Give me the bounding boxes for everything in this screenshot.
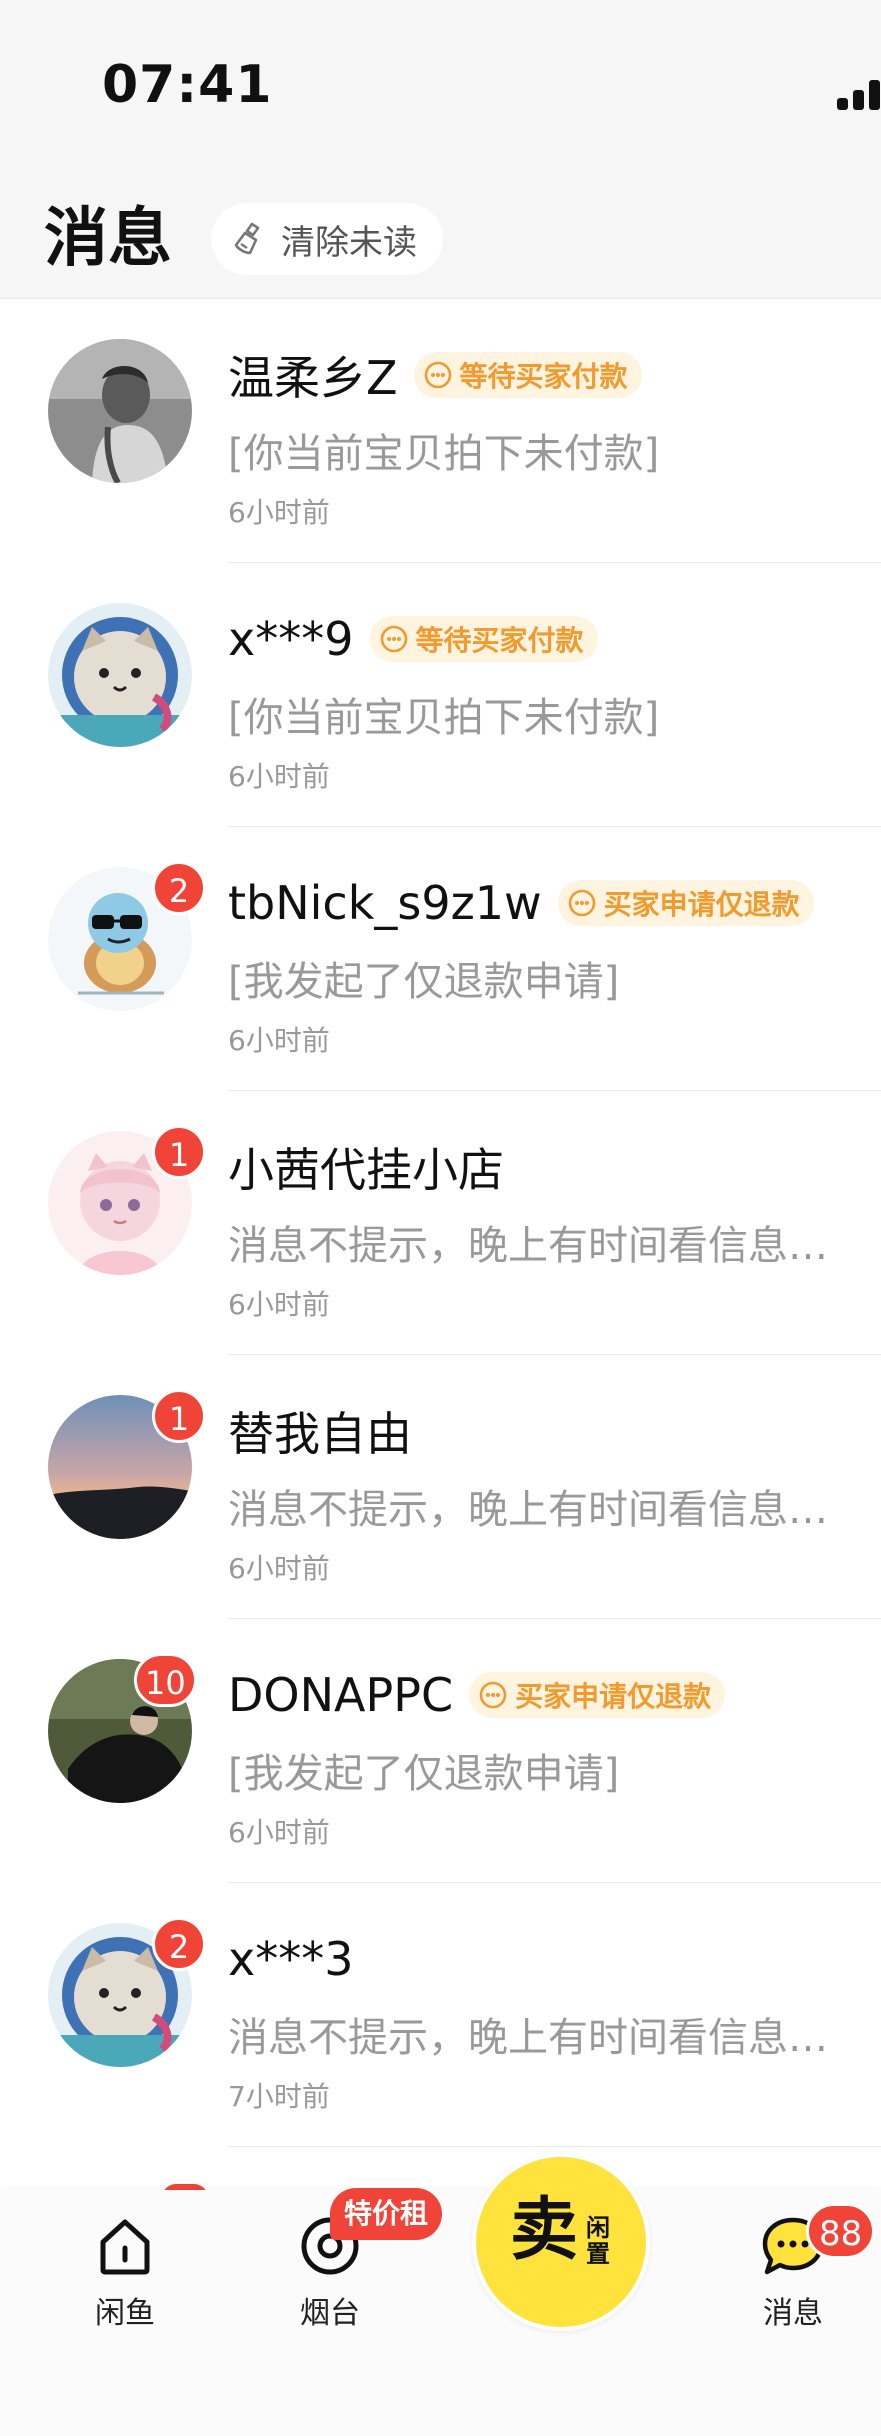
page-title: 消息: [44, 202, 172, 276]
unread-badge: 2: [152, 1917, 206, 1971]
conversation-row[interactable]: x***9 等待买家付款 [你当前宝贝拍下未付款] 6小时前: [0, 563, 881, 827]
order-status-text: 买家申请仅退款: [515, 1680, 712, 1713]
order-status-tag: 等待买家付款: [413, 352, 642, 398]
conversation-list: 温柔乡Z 等待买家付款 [你当前宝贝拍下未付款] 6小时前 x***9 等待买家…: [0, 299, 881, 2147]
status-bar: 07:41: [0, 0, 881, 180]
message-time: 7小时前: [228, 2080, 330, 2113]
tab-home-label: 闲鱼: [95, 2296, 155, 2331]
divider: [228, 2146, 881, 2147]
contact-name: DONAPPC: [228, 1668, 454, 1722]
messages-count-badge: 88: [806, 2203, 876, 2259]
order-status-text: 等待买家付款: [415, 624, 584, 657]
contact-name: x***9: [228, 612, 354, 666]
unread-badge: 2: [152, 861, 206, 915]
message-time: 6小时前: [228, 1816, 330, 1849]
broom-icon: [234, 222, 260, 255]
message-preview: [我发起了仅退款申请]: [228, 1751, 620, 1797]
conversation-row[interactable]: 1 替我自由 消息不提示，晚上有时间看信息… 6小时前: [0, 1355, 881, 1619]
message-time: 6小时前: [228, 760, 330, 793]
tab-yantai-label: 烟台: [300, 2296, 360, 2331]
order-status-tag: 买家申请仅退款: [557, 880, 814, 926]
avatar: [48, 603, 192, 747]
message-preview: [你当前宝贝拍下未付款]: [228, 431, 660, 477]
sell-sub-label: 闲置: [586, 2214, 610, 2268]
more-dots-icon: [568, 889, 595, 917]
message-preview: [你当前宝贝拍下未付款]: [228, 695, 660, 741]
message-preview: 消息不提示，晚上有时间看信息…: [228, 1487, 828, 1533]
message-time: 6小时前: [228, 1024, 330, 1057]
message-time: 6小时前: [228, 1288, 330, 1321]
message-time: 6小时前: [228, 496, 330, 529]
clear-unread-button[interactable]: 清除未读: [211, 203, 443, 275]
contact-name: x***3: [228, 1932, 354, 1986]
message-preview: 消息不提示，晚上有时间看信息…: [228, 2015, 828, 2061]
contact-name: 温柔乡Z: [228, 351, 398, 405]
signal-icon: [837, 78, 881, 110]
more-dots-icon: [424, 361, 451, 389]
message-preview: [我发起了仅退款申请]: [228, 959, 620, 1005]
conversation-row[interactable]: 2 tbNick_s9z1w 买家申请仅退款 [我发起了仅退款申请] 6小时前: [0, 827, 881, 1091]
avatar: [48, 339, 192, 483]
order-status-tag: 买家申请仅退款: [469, 1672, 726, 1718]
conversation-row[interactable]: 2 x***3 消息不提示，晚上有时间看信息… 7小时前: [0, 1883, 881, 2147]
unread-badge: 10: [134, 1653, 197, 1707]
page-header: 消息 清除未读: [0, 180, 881, 299]
message-time: 6小时前: [228, 1552, 330, 1585]
promo-badge: 特价租: [330, 2188, 443, 2240]
clock: 07:41: [102, 55, 273, 115]
contact-name: 替我自由: [228, 1407, 412, 1461]
tab-home[interactable]: 闲鱼: [60, 2210, 190, 2332]
conversation-row[interactable]: 10 DONAPPC 买家申请仅退款 [我发起了仅退款申请] 6小时前: [0, 1619, 881, 1883]
home-icon: [100, 2219, 150, 2275]
unread-badge: 1: [152, 1389, 206, 1443]
contact-name: 小茜代挂小店: [228, 1143, 504, 1197]
sell-main-label: 卖: [510, 2191, 579, 2270]
more-dots-icon: [479, 1681, 507, 1709]
conversation-row[interactable]: 温柔乡Z 等待买家付款 [你当前宝贝拍下未付款] 6小时前: [0, 299, 881, 563]
sell-button[interactable]: 卖 闲置: [472, 2153, 650, 2331]
message-preview: 消息不提示，晚上有时间看信息…: [228, 1223, 828, 1269]
unread-badge: 1: [152, 1125, 206, 1179]
order-status-tag: 等待买家付款: [369, 616, 598, 662]
more-dots-icon: [380, 625, 407, 653]
order-status-text: 买家申请仅退款: [603, 888, 800, 921]
tab-messages-label: 消息: [763, 2296, 823, 2331]
clear-unread-label: 清除未读: [281, 222, 417, 263]
order-status-text: 等待买家付款: [459, 360, 628, 393]
conversation-row[interactable]: 1 小茜代挂小店 消息不提示，晚上有时间看信息… 6小时前: [0, 1091, 881, 1355]
contact-name: tbNick_s9z1w: [228, 876, 542, 930]
